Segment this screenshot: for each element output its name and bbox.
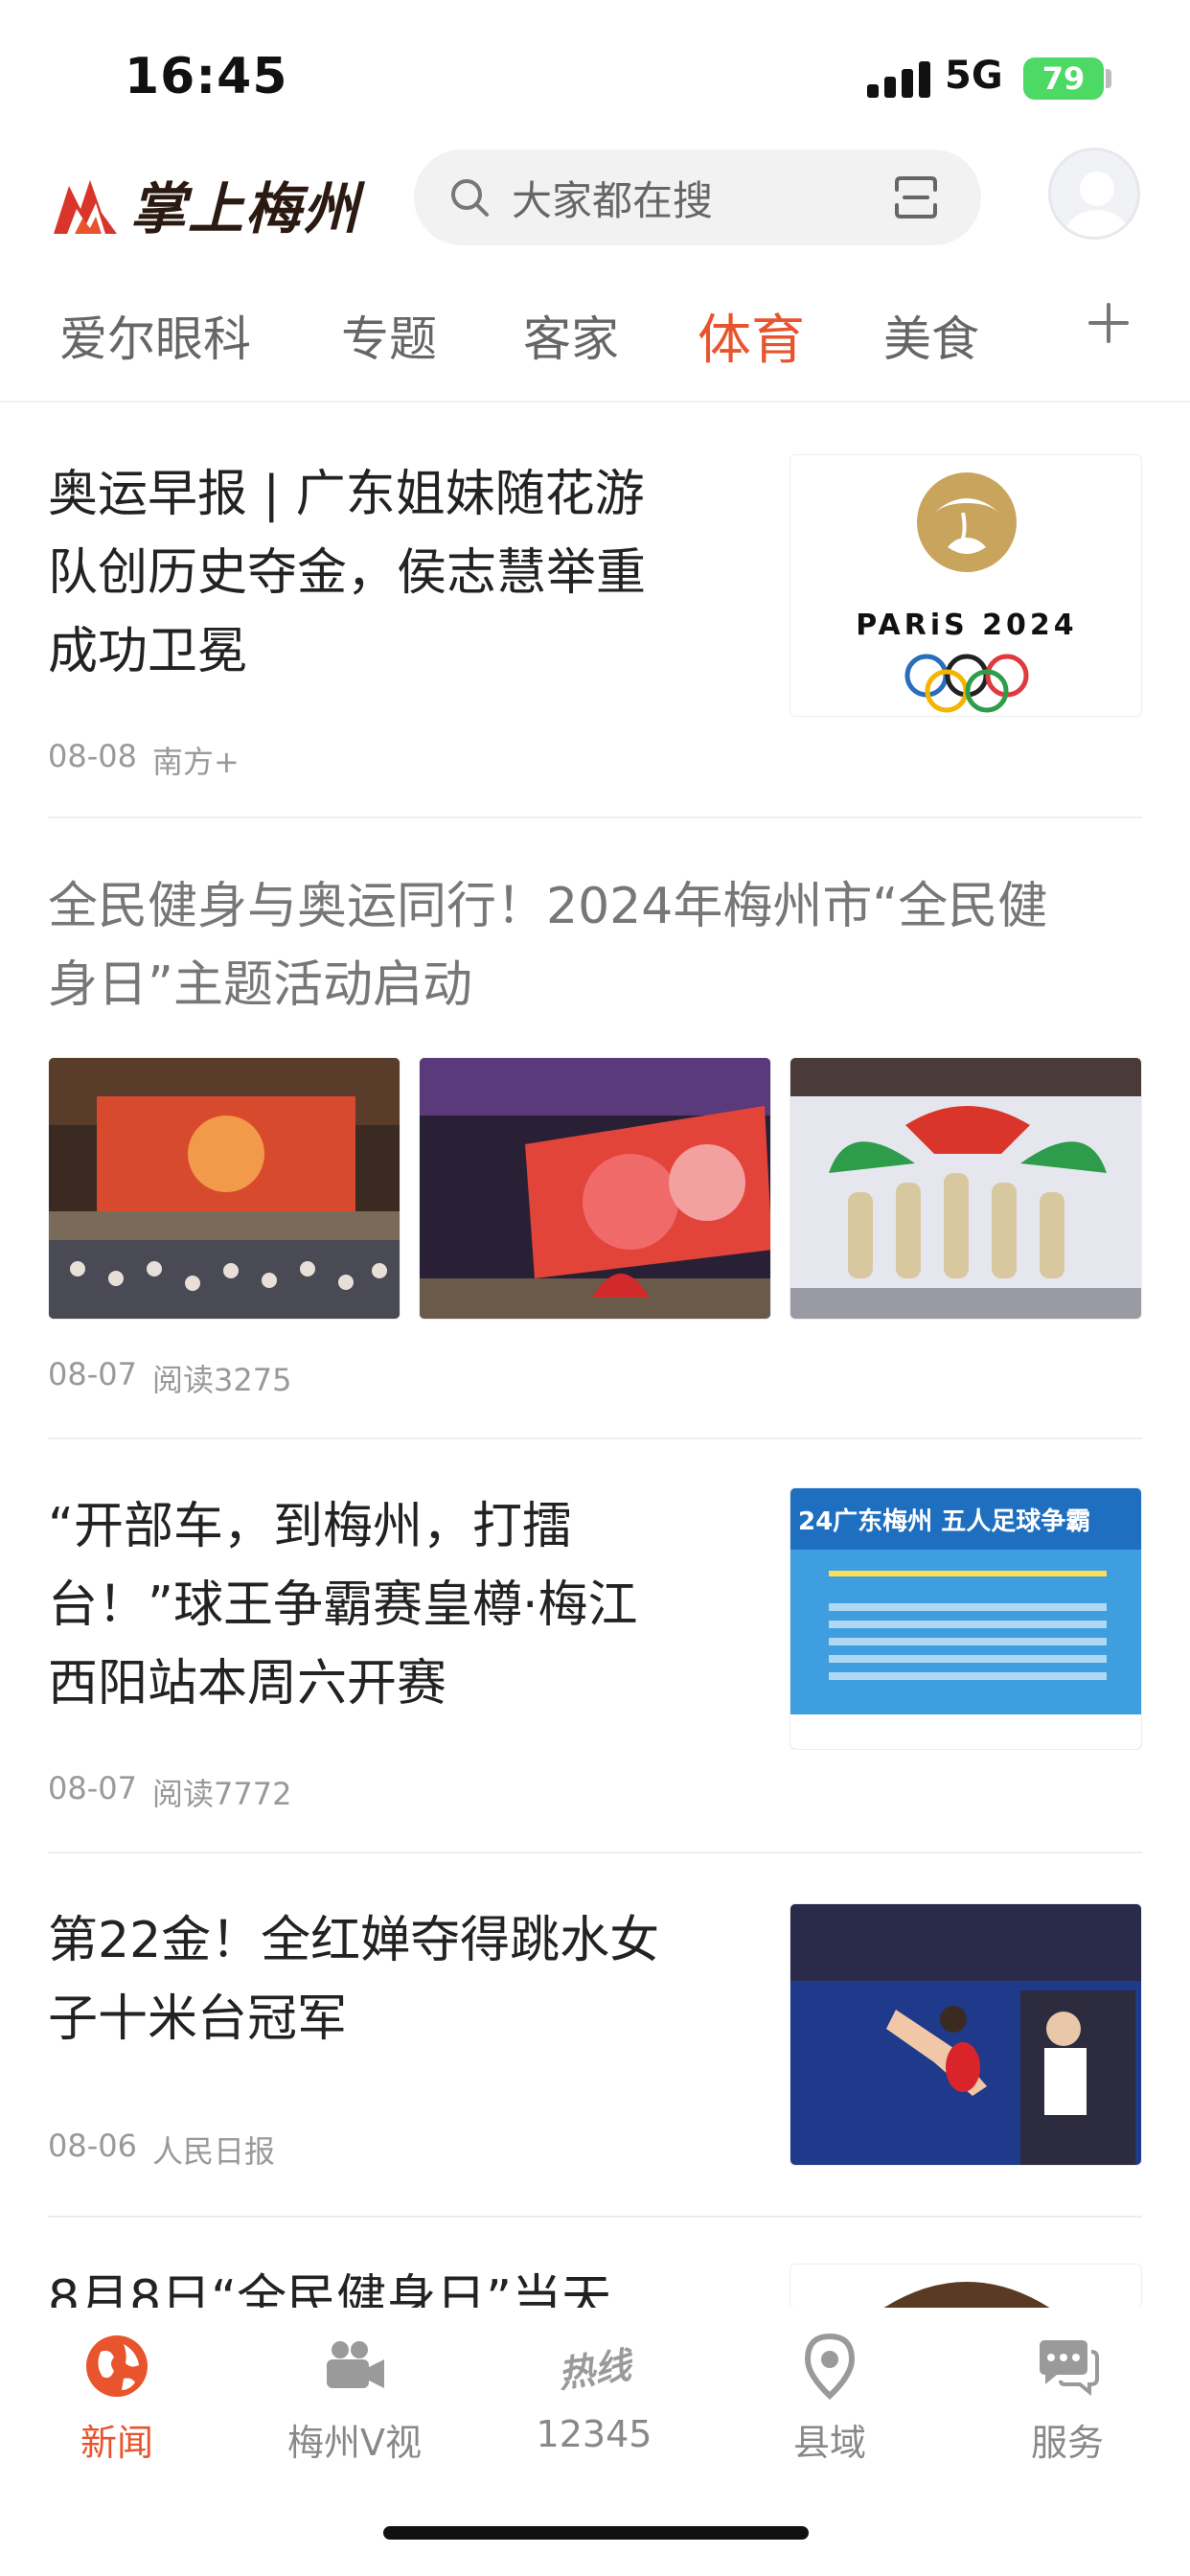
- article-title[interactable]: 全民健身与奥运同行！2024年梅州市“全民健 身日”主题活动启动: [48, 867, 1142, 1024]
- article-thumbnail-diving[interactable]: [790, 1903, 1142, 2166]
- nav-news[interactable]: 新闻: [21, 2331, 213, 2466]
- user-icon: [1064, 172, 1130, 237]
- tabs-divider: [0, 401, 1190, 402]
- video-camera-icon: [327, 2341, 384, 2388]
- battery-level: 79: [1041, 60, 1086, 97]
- article-image-dance-performance[interactable]: [419, 1057, 771, 1320]
- article-title[interactable]: 奥运早报 | 广东姐妹随花游 队创历史夺金，侯志慧举重 成功卫冕: [48, 455, 719, 691]
- poster-title: 24广东梅州 五人足球争霸: [798, 1507, 1091, 1536]
- logo-text: 掌上梅州: [130, 176, 361, 242]
- yoga-photo: [790, 1058, 1141, 1319]
- nav-county[interactable]: 县域: [734, 2331, 926, 2466]
- poster-body: [829, 1594, 1107, 1709]
- search-icon: [451, 179, 489, 217]
- article-date: 08-08: [48, 738, 137, 774]
- nav-label: 服务: [1030, 2422, 1104, 2464]
- scan-icon[interactable]: [891, 172, 941, 222]
- article-source: 人民日报: [151, 2133, 275, 2170]
- nav-meizhou-video[interactable]: 梅州V视: [259, 2331, 450, 2466]
- article-meta: 08-07 阅读7772: [48, 1770, 291, 1814]
- article-date: 08-07: [48, 1356, 137, 1392]
- feed-divider: [48, 1852, 1142, 1853]
- diving-photo: [790, 1904, 1141, 2165]
- nav-label: 梅州V视: [287, 2422, 422, 2464]
- status-time: 16:45: [125, 48, 288, 105]
- article-date: 08-07: [48, 1770, 137, 1806]
- tab-topics[interactable]: 专题: [341, 301, 437, 370]
- nav-services[interactable]: 服务: [972, 2331, 1163, 2466]
- battery-tip: [1106, 69, 1111, 88]
- nav-label: 12345: [536, 2413, 652, 2455]
- article-thumbnail-cartoon[interactable]: [790, 2264, 1142, 2308]
- dance-photo: [420, 1058, 770, 1319]
- tab-food[interactable]: 美食: [883, 301, 979, 370]
- app-logo[interactable]: 掌上梅州: [48, 161, 364, 247]
- article-meta: 08-07 阅读3275: [48, 1356, 291, 1400]
- article-meta: 08-08 南方+: [48, 738, 240, 782]
- poster-rule: [829, 1571, 1107, 1576]
- article-meta: 08-06 人民日报: [48, 2128, 275, 2172]
- poster-sponsors: [790, 1714, 1141, 1749]
- paris-2024-emblem: [904, 472, 1029, 713]
- network-type: 5G: [945, 54, 1003, 98]
- news-item[interactable]: 第22金！全红婵夺得跳水女 子十米台冠军: [48, 1901, 738, 2058]
- feed-divider: [48, 2216, 1142, 2218]
- cartoon-partial: [883, 2282, 1050, 2308]
- news-item[interactable]: 奥运早报 | 广东姐妹随花游 队创历史夺金，侯志慧举重 成功卫冕: [48, 455, 719, 691]
- tab-sports[interactable]: 体育: [698, 297, 805, 375]
- battery-icon: 79: [1023, 58, 1104, 100]
- nav-hotline-12345[interactable]: 热线 12345: [498, 2331, 690, 2455]
- add-channel-icon[interactable]: [1085, 299, 1133, 347]
- avatar[interactable]: [1048, 148, 1140, 240]
- article-title[interactable]: 第22金！全红婵夺得跳水女 子十米台冠军: [48, 1901, 738, 2058]
- nav-label: 新闻: [80, 2422, 153, 2464]
- article-title[interactable]: 8月8日“全民健身日”当天: [48, 2262, 738, 2308]
- paris-2024-text: PARiS 2024: [856, 609, 1078, 642]
- tab-aier-eye[interactable]: 爱尔眼科: [59, 301, 251, 370]
- news-item[interactable]: 全民健身与奥运同行！2024年梅州市“全民健 身日”主题活动启动: [48, 867, 1142, 1024]
- stage-photo: [49, 1058, 400, 1319]
- hotline-icon: 热线: [556, 2331, 633, 2402]
- news-item[interactable]: 8月8日“全民健身日”当天: [48, 2262, 738, 2308]
- flame-logo-icon: [54, 180, 117, 234]
- location-pin-icon: [804, 2333, 856, 2401]
- search-placeholder: 大家都在搜: [512, 176, 714, 224]
- article-views: 阅读7772: [151, 1776, 292, 1812]
- cellular-signal-icon: [867, 59, 934, 98]
- feed-divider: [48, 816, 1142, 818]
- article-title[interactable]: “开部车，到梅州，打擂 台！”球王争霸赛皇樽·梅江 西阳站本周六开赛: [48, 1487, 738, 1723]
- article-image-stage-performance[interactable]: [48, 1057, 400, 1320]
- article-thumbnail-paris-2024[interactable]: PARiS 2024: [790, 454, 1142, 717]
- search-bar[interactable]: 大家都在搜: [414, 150, 981, 245]
- chat-bubbles-icon: [1040, 2340, 1099, 2397]
- home-indicator[interactable]: [383, 2526, 809, 2540]
- article-image-yoga-group[interactable]: [790, 1057, 1142, 1320]
- hotline-icon-text: 热线: [555, 2343, 634, 2396]
- news-item[interactable]: “开部车，到梅州，打擂 台！”球王争霸赛皇樽·梅江 西阳站本周六开赛: [48, 1487, 738, 1723]
- channel-tabs: 爱尔眼科 专题 客家 体育 美食: [0, 288, 1190, 383]
- article-thumbnail-football-poster[interactable]: 24广东梅州 五人足球争霸: [790, 1487, 1142, 1750]
- article-source: 南方+: [151, 744, 240, 780]
- article-views: 阅读3275: [151, 1362, 292, 1398]
- app-header: 掌上梅州 大家都在搜: [0, 144, 1190, 259]
- feed-divider: [48, 1438, 1142, 1439]
- article-date: 08-06: [48, 2128, 137, 2164]
- status-bar: 16:45 5G 79: [0, 0, 1190, 144]
- tab-hakka[interactable]: 客家: [523, 301, 619, 370]
- globe-icon: [86, 2335, 148, 2397]
- nav-label: 县域: [792, 2422, 866, 2464]
